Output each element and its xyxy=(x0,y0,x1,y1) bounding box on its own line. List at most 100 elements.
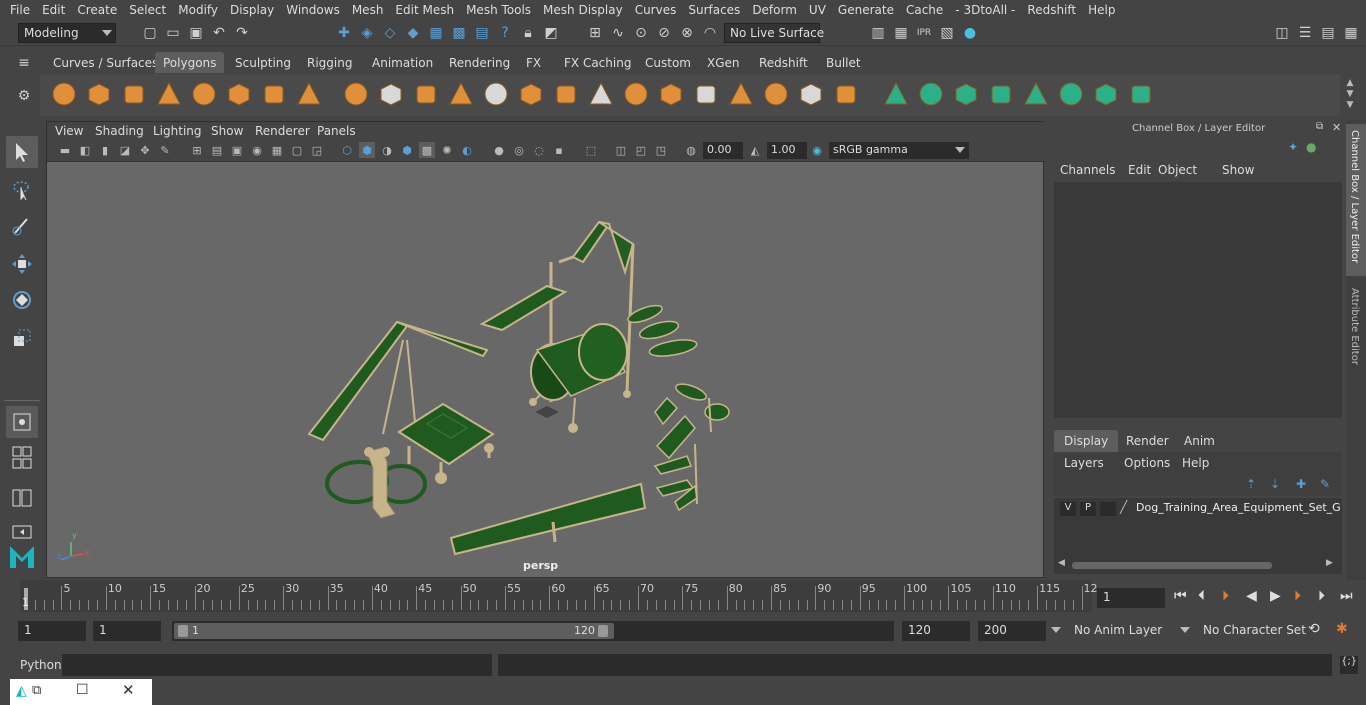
shelf-tab-bullet[interactable]: Bullet xyxy=(818,52,869,73)
go-to-end-icon[interactable]: ⏭ xyxy=(1340,588,1353,604)
anti-aliasing-icon[interactable]: ◎ xyxy=(511,142,527,158)
smooth-tool-icon[interactable] xyxy=(445,78,477,110)
layer-menu-layers[interactable]: Layers xyxy=(1064,456,1104,470)
target-weld-tool-icon[interactable] xyxy=(690,78,722,110)
pyramid-tool-icon[interactable] xyxy=(258,78,290,110)
xray-joints-icon[interactable]: ◫ xyxy=(613,142,629,158)
shelf-tab-curves-surfaces[interactable]: Curves / Surfaces xyxy=(45,52,166,73)
exposure-field[interactable]: 0.00 xyxy=(703,142,743,159)
lasso-tool-icon[interactable] xyxy=(6,174,38,206)
float-panel-icon[interactable]: ⧉ xyxy=(1316,121,1323,132)
viewport-menu-shading[interactable]: Shading xyxy=(95,124,144,138)
single-view-layout-icon[interactable] xyxy=(6,406,38,438)
connect-tool-icon[interactable] xyxy=(725,78,757,110)
select-hierarchy-icon[interactable]: ✚ xyxy=(334,23,354,43)
auto-key-icon[interactable]: ⟲ xyxy=(1308,621,1320,637)
safe-action-icon[interactable]: ▢ xyxy=(289,142,305,158)
close-window-icon[interactable]: ✕ xyxy=(122,681,135,699)
new-layer-icon[interactable]: ✚ xyxy=(1296,477,1306,491)
time-slider[interactable]: 5 10 15 20 25 30 35 40 45 50 55 60 65 70 75 80 85 90 95 100… xyxy=(20,580,1098,612)
play-backwards-icon[interactable]: ◀ xyxy=(1246,588,1257,604)
play-forwards-icon[interactable]: ▶ xyxy=(1270,588,1281,604)
color-space-dropdown[interactable]: sRGB gamma xyxy=(829,142,969,159)
viewport-menu-show[interactable]: Show xyxy=(211,124,243,138)
current-frame-field[interactable]: 1 xyxy=(1097,588,1165,608)
open-scene-icon[interactable]: ▭ xyxy=(163,23,183,43)
menu-uv[interactable]: UV xyxy=(803,3,832,17)
help-query-icon[interactable]: ? xyxy=(495,23,515,43)
viewport-panel[interactable]: View Shading Lighting Show Renderer Panels ▬ … xyxy=(46,121,1045,578)
menu-modify[interactable]: Modify xyxy=(172,3,224,17)
shelf-tab-polygons[interactable]: Polygons xyxy=(155,52,225,73)
menu-edit[interactable]: Edit xyxy=(36,3,71,17)
grease-pencil-icon[interactable]: ✎ xyxy=(157,142,173,158)
render-frame-icon[interactable]: ▦ xyxy=(891,23,911,43)
lock-icon[interactable]: 🔒︎ xyxy=(518,23,538,43)
layer-list-hscroll[interactable]: ◀ ▶ xyxy=(1058,558,1336,570)
attribute-editor-toggle-icon[interactable]: ▤ xyxy=(1318,23,1338,43)
component-xray-icon[interactable]: ◳ xyxy=(653,142,669,158)
depth-of-field-icon[interactable]: ◌ xyxy=(531,142,547,158)
shelf-tab-fx[interactable]: FX xyxy=(518,52,549,73)
channel-box-menu-channels[interactable]: Channels xyxy=(1060,163,1116,177)
paint-select-icon[interactable] xyxy=(6,210,38,242)
scale-tool-icon[interactable] xyxy=(6,322,38,354)
highlight-select-icon[interactable]: ◩ xyxy=(541,23,561,43)
new-layer-selected-icon[interactable]: ✎ xyxy=(1320,477,1330,491)
torus-plane-tool-icon[interactable] xyxy=(188,78,220,110)
grid-toggle-icon[interactable]: ⊞ xyxy=(189,142,205,158)
face-mode-icon[interactable]: ▩ xyxy=(449,23,469,43)
shelf-menu-icon[interactable]: ≡ xyxy=(14,53,34,73)
pipe-tool-icon[interactable] xyxy=(293,78,325,110)
anim-layer-dropdown[interactable]: No Anim Layer xyxy=(1068,621,1174,641)
offset-edge-loop-tool-icon[interactable] xyxy=(830,78,862,110)
menu-edit-mesh[interactable]: Edit Mesh xyxy=(389,3,460,17)
layer-tab-anim[interactable]: Anim xyxy=(1174,430,1225,452)
snap-curve-icon[interactable]: ∿ xyxy=(608,23,628,43)
menu-mesh[interactable]: Mesh xyxy=(346,3,390,17)
2d-pan-icon[interactable]: ✥ xyxy=(137,142,153,158)
camera-select-icon[interactable]: ▬ xyxy=(57,142,73,158)
close-panel-icon[interactable]: ✕ xyxy=(1332,121,1341,134)
field-chart-icon[interactable]: ▦ xyxy=(269,142,285,158)
snap-point-icon[interactable]: ⊙ xyxy=(631,23,651,43)
menu-select[interactable]: Select xyxy=(123,3,172,17)
wireframe-icon[interactable]: ⬡ xyxy=(339,142,355,158)
viewport-menu-panels[interactable]: Panels xyxy=(317,124,356,138)
shelf-tab-rendering[interactable]: Rendering xyxy=(441,52,518,73)
shelf-tab-sculpting[interactable]: Sculpting xyxy=(227,52,299,73)
select-tool-icon[interactable] xyxy=(6,136,38,168)
mode-selector[interactable]: Modeling xyxy=(18,23,116,43)
combine-tool-icon[interactable] xyxy=(340,78,372,110)
menu-windows[interactable]: Windows xyxy=(280,3,346,17)
extrude-tool-icon[interactable] xyxy=(585,78,617,110)
hypershade-icon[interactable]: ● xyxy=(960,23,980,43)
command-input[interactable] xyxy=(62,654,492,676)
menu-mesh-tools[interactable]: Mesh Tools xyxy=(460,3,537,17)
layer-tab-render[interactable]: Render xyxy=(1116,430,1179,452)
multi-cut-tool-icon[interactable] xyxy=(655,78,687,110)
channel-box-area[interactable] xyxy=(1054,182,1342,418)
cube-tool-icon[interactable] xyxy=(83,78,115,110)
menu-3dtoall[interactable]: - 3DtoAll - xyxy=(949,3,1021,17)
cylinder-tool-icon[interactable] xyxy=(118,78,150,110)
dog-training-equipment-model[interactable] xyxy=(307,220,730,556)
layer-visibility-toggle[interactable]: V xyxy=(1060,502,1076,516)
shelf-tab-custom[interactable]: Custom xyxy=(637,52,699,73)
shelf-settings-icon[interactable]: ⚙ xyxy=(14,86,34,106)
xray-active-icon[interactable]: ◰ xyxy=(633,142,649,158)
anim-layer-arrow-icon[interactable] xyxy=(1180,627,1190,633)
step-back-frame-icon[interactable]: ⏵ xyxy=(1222,588,1229,604)
motion-blur-icon[interactable]: ● xyxy=(491,142,507,158)
side-tab-attribute-editor[interactable]: Attribute Editor xyxy=(1346,282,1366,382)
menu-deform[interactable]: Deform xyxy=(746,3,803,17)
use-all-lights-icon[interactable]: ▩ xyxy=(419,142,435,158)
wireframe-on-shaded-icon[interactable]: ◑ xyxy=(379,142,395,158)
image-plane-icon[interactable]: ◪ xyxy=(117,142,133,158)
layer-row[interactable]: V P ╱ Dog_Training_Area_Equipment_Set_Gr… xyxy=(1058,500,1340,518)
shadows-icon[interactable]: ✺ xyxy=(439,142,455,158)
safe-title-icon[interactable]: ◲ xyxy=(309,142,325,158)
playback-end-field[interactable]: 120 xyxy=(902,621,970,641)
modeling-toolkit-icon[interactable]: ☰ xyxy=(1295,23,1315,43)
select-component-icon[interactable]: ◇ xyxy=(380,23,400,43)
